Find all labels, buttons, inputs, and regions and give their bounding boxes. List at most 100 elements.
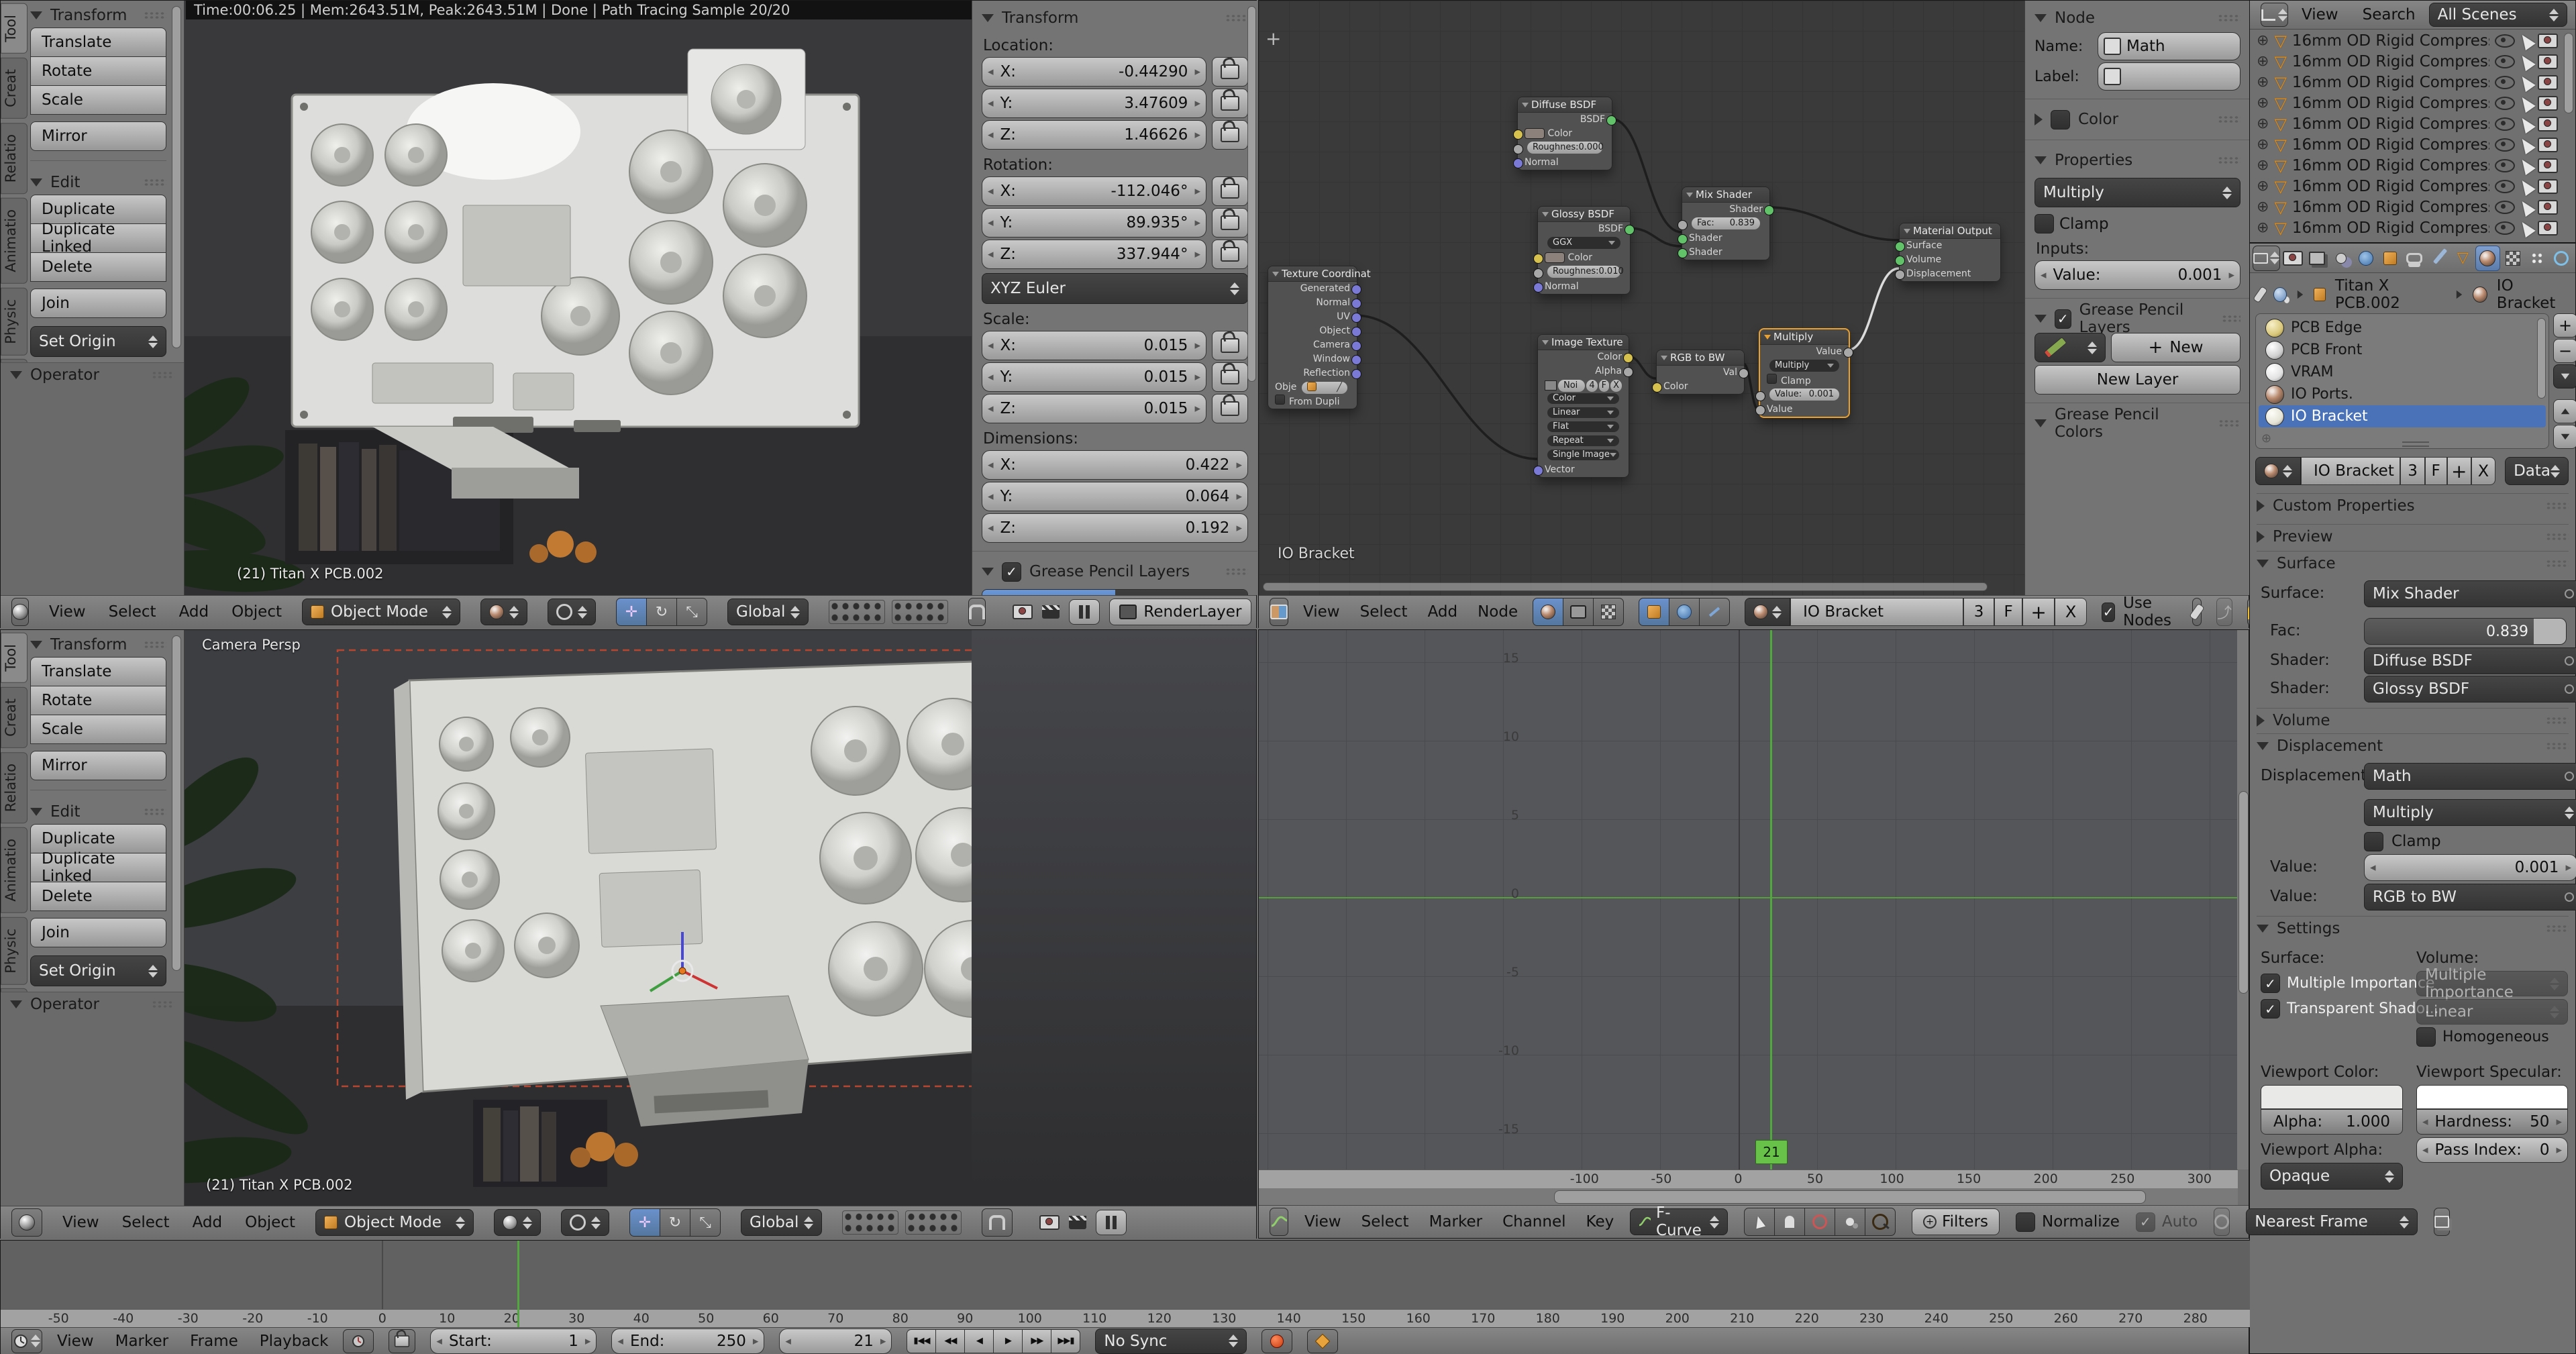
- scale-y-field[interactable]: ◂Y:0.015▸: [982, 362, 1206, 392]
- shelf-button[interactable]: Duplicate Linked: [30, 223, 166, 253]
- panel-grip-icon[interactable]: [144, 808, 166, 816]
- shelf-button[interactable]: Duplicate: [30, 824, 166, 853]
- panel-custom-properties[interactable]: Custom Properties: [2257, 493, 2569, 517]
- object-name[interactable]: 16mm OD Rigid Compression Fit: [2292, 115, 2489, 133]
- pin-button[interactable]: [2192, 598, 2202, 626]
- lock-button[interactable]: [1212, 89, 1248, 118]
- list-resize-grip[interactable]: [2402, 441, 2429, 447]
- menu-item[interactable]: Select: [1360, 603, 1408, 621]
- shelf-tab[interactable]: Animatio: [1, 827, 28, 913]
- node-rgb-to-bw[interactable]: RGB to BW Val Color: [1656, 350, 1745, 395]
- renderability-camera-icon[interactable]: [2538, 75, 2558, 90]
- object-name[interactable]: 16mm OD Rigid Compression Fit: [2292, 95, 2489, 112]
- tab-render[interactable]: [2281, 246, 2304, 270]
- object-name[interactable]: 16mm OD Rigid Compression Fit: [2292, 53, 2489, 70]
- shelf-scrollbar[interactable]: [172, 635, 181, 971]
- users-count-button[interactable]: 3: [1963, 598, 1994, 626]
- collapse-icon[interactable]: [30, 641, 42, 649]
- expand-icon[interactable]: ⊕: [2257, 74, 2269, 91]
- outliner-scrollbar[interactable]: [2564, 33, 2573, 113]
- output-socket[interactable]: [1623, 367, 1633, 377]
- selectability-cursor-icon[interactable]: [2517, 31, 2535, 50]
- expand-icon[interactable]: ⊕: [2257, 115, 2269, 132]
- eyedropper-icon[interactable]: ╱: [1337, 382, 1342, 394]
- editor-type-button[interactable]: [11, 598, 29, 626]
- outliner-row[interactable]: ⊕ ▽ 16mm OD Rigid Compression Fit: [2250, 93, 2562, 113]
- homogeneous-checkbox[interactable]: [2416, 1027, 2436, 1047]
- opengl-anim-icon[interactable]: [1042, 605, 1060, 619]
- expand-icon[interactable]: ⊕: [2257, 178, 2269, 195]
- collapse-icon[interactable]: [982, 568, 994, 576]
- selectability-cursor-icon[interactable]: [2517, 218, 2535, 237]
- pivot-menu[interactable]: [561, 1209, 609, 1236]
- tab-texture[interactable]: [2502, 246, 2524, 270]
- fac-slider[interactable]: 0.839: [2364, 618, 2567, 645]
- input-socket[interactable]: [1513, 144, 1523, 154]
- input-socket[interactable]: [1533, 254, 1543, 264]
- material-slot-selected[interactable]: IO Bracket: [2259, 405, 2546, 427]
- roughness-slider[interactable]: Roughnes:0.010: [1547, 266, 1620, 278]
- lock-button[interactable]: [1212, 176, 1248, 206]
- value2-button[interactable]: RGB to BW: [2364, 884, 2576, 910]
- shading-menu[interactable]: [480, 598, 527, 625]
- node-texture-coordinate[interactable]: Texture Coordinat GeneratedNormalUVObjec…: [1268, 266, 1357, 409]
- menu-item[interactable]: Channel: [1502, 1213, 1565, 1231]
- collapse-icon[interactable]: [30, 178, 42, 187]
- collapse-icon[interactable]: [2034, 315, 2047, 323]
- expand-icon[interactable]: ⊕: [2257, 95, 2269, 111]
- node-dropdown[interactable]: Repeat: [1547, 435, 1619, 446]
- output-socket[interactable]: [1351, 313, 1361, 323]
- shelf-button[interactable]: Duplicate: [30, 195, 166, 224]
- lock-button[interactable]: [389, 1329, 415, 1353]
- breadcrumb-object[interactable]: Titan X PCB.002: [2335, 277, 2446, 312]
- menu-item[interactable]: Add: [179, 603, 209, 621]
- image-name-field[interactable]: Noi: [1558, 380, 1585, 392]
- input-socket[interactable]: [1678, 220, 1688, 230]
- input-socket[interactable]: [1513, 158, 1523, 168]
- input-socket[interactable]: [1755, 391, 1765, 401]
- jump-to-end-button[interactable]: ▶▶▮: [1051, 1329, 1080, 1353]
- operation-menu[interactable]: Multiply: [1769, 360, 1839, 372]
- menu-item[interactable]: Select: [109, 603, 156, 621]
- layer-buttons[interactable]: [842, 1210, 962, 1235]
- viewport-color-swatch[interactable]: [2261, 1085, 2403, 1109]
- location-x-field[interactable]: ◂X:-0.44290▸: [982, 57, 1206, 87]
- users-count-button[interactable]: 4: [1586, 380, 1597, 392]
- input-socket[interactable]: [1533, 466, 1543, 476]
- mode-menu[interactable]: Object Mode: [302, 598, 460, 625]
- menu-item[interactable]: Search: [2363, 6, 2416, 23]
- shader-type-world-button[interactable]: [1669, 598, 1700, 626]
- selectability-cursor-icon[interactable]: [2517, 135, 2535, 154]
- tab-scene[interactable]: [2330, 246, 2353, 270]
- opengl-render-icon[interactable]: [1013, 605, 1033, 619]
- set-origin-menu[interactable]: Set Origin: [30, 955, 166, 986]
- renderability-camera-icon[interactable]: [2538, 158, 2558, 173]
- lock-button[interactable]: [1212, 120, 1248, 150]
- material-name-field[interactable]: IO Bracket: [2301, 457, 2400, 485]
- new-material-button[interactable]: +: [2447, 457, 2471, 485]
- pause-button[interactable]: [1069, 599, 1100, 625]
- object-name[interactable]: 16mm OD Rigid Compression Fit: [2292, 136, 2489, 154]
- value-field[interactable]: ◂0.001▸: [2364, 854, 2576, 881]
- value-slider[interactable]: Value:0.001: [1769, 388, 1839, 401]
- node-mix-shader[interactable]: Mix Shader Shader Fac:0.839 Shader Shade…: [1682, 187, 1770, 260]
- gp-checkbox[interactable]: ✓: [2055, 309, 2071, 329]
- playhead-line[interactable]: [1770, 630, 1772, 1169]
- renderability-camera-icon[interactable]: [2538, 200, 2558, 215]
- material-name-field[interactable]: IO Bracket: [1790, 598, 1963, 626]
- panel-grip-icon[interactable]: [2222, 315, 2240, 323]
- tree-type-shader-button[interactable]: [1533, 598, 1563, 626]
- visibility-eye-icon[interactable]: [2495, 97, 2515, 110]
- menu-item[interactable]: Frame: [190, 1333, 238, 1350]
- selectability-cursor-icon[interactable]: [2517, 197, 2535, 216]
- tree-type-compositing-button[interactable]: [1563, 598, 1594, 626]
- output-socket[interactable]: [1351, 341, 1361, 351]
- snap-button[interactable]: [968, 598, 986, 626]
- visibility-eye-icon[interactable]: [2495, 221, 2515, 235]
- gp-checkbox[interactable]: ✓: [1002, 562, 1021, 582]
- roughness-slider[interactable]: Roughnes:0.000: [1527, 142, 1602, 154]
- target-button[interactable]: [1804, 1208, 1835, 1236]
- panel-grip-icon[interactable]: [2218, 14, 2240, 22]
- input-socket[interactable]: [1678, 248, 1688, 258]
- expand-icon[interactable]: ⊕: [2261, 431, 2271, 446]
